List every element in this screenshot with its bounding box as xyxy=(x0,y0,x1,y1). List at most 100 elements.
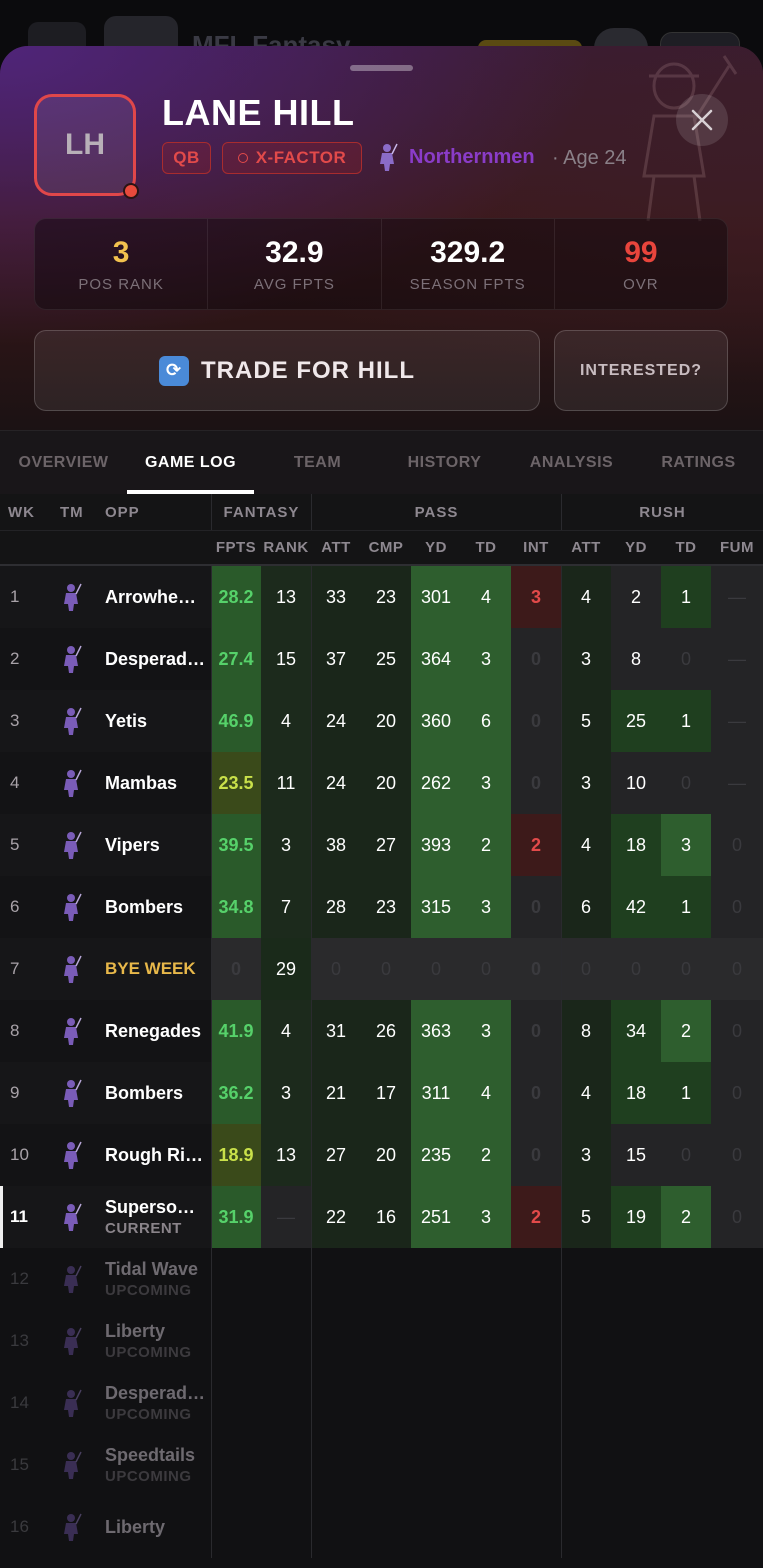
opponent-cell[interactable]: Yetis xyxy=(105,690,209,752)
stat-cell-rank: 11 xyxy=(261,752,311,814)
stat-cell-fpts: 46.9 xyxy=(211,690,261,752)
table-row[interactable]: 16 Liberty xyxy=(0,1496,763,1558)
stat-cell-rank: 4 xyxy=(261,690,311,752)
opponent-cell[interactable]: Liberty UPCOMING xyxy=(105,1310,209,1372)
table-row[interactable]: 7 BYE WEEK 0 29 0 0 0 0 0 0 0 0 0 xyxy=(0,938,763,1000)
opponent-cell[interactable]: Desperad… xyxy=(105,628,209,690)
stat-cell-fum: — xyxy=(711,690,763,752)
table-row[interactable]: 1 Arrowhe… 28.2 13 33 23 301 4 3 4 2 1— xyxy=(0,566,763,628)
opponent-cell[interactable]: Speedtails UPCOMING xyxy=(105,1434,209,1496)
stat-cell-p-yd: 0 xyxy=(411,938,461,1000)
opponent-cell[interactable]: BYE WEEK xyxy=(105,938,209,1000)
stat-cell-r-yd: 18 xyxy=(611,814,661,876)
stat-cell-p-att: 28 xyxy=(311,876,361,938)
table-row[interactable]: 3 Yetis 46.9 4 24 20 360 6 0 5 25 1— xyxy=(0,690,763,752)
stat-cell-r-td: 1 xyxy=(661,566,711,628)
table-row[interactable]: 2 Desperad… 27.4 15 37 25 364 3 0 3 8 0— xyxy=(0,628,763,690)
column-header-pass-td[interactable]: TD xyxy=(461,530,511,566)
column-header-pass-att[interactable]: ATT xyxy=(311,530,361,566)
stat-cell-p-td: 3 xyxy=(461,752,511,814)
table-row[interactable]: 4 Mambas 23.5 11 24 20 262 3 0 3 10 0— xyxy=(0,752,763,814)
table-row[interactable]: 8 Renegades 41.9 4 31 26 363 3 0 8 34 2 0 xyxy=(0,1000,763,1062)
tab-game-log[interactable]: GAME LOG xyxy=(127,431,254,494)
stat-cell-p-yd: 301 xyxy=(411,566,461,628)
tab-team[interactable]: TEAM xyxy=(254,431,381,494)
column-header-pass-int[interactable]: INT xyxy=(511,530,561,566)
column-header-rush-yd[interactable]: YD xyxy=(611,530,661,566)
opponent-cell[interactable]: Tidal Wave UPCOMING xyxy=(105,1248,209,1310)
opponent-name: Vipers xyxy=(105,834,160,855)
opponent-cell[interactable]: Rough Ri… xyxy=(105,1124,209,1186)
close-icon xyxy=(691,109,713,131)
stat-cell-fum: — xyxy=(711,566,763,628)
opponent-cell[interactable]: Vipers xyxy=(105,814,209,876)
stat-cell-p-td: 2 xyxy=(461,814,511,876)
interested-button[interactable]: INTERESTED? xyxy=(554,330,728,411)
tab-overview[interactable]: OVERVIEW xyxy=(0,431,127,494)
stat-cell-p-td: 3 xyxy=(461,628,511,690)
stat-cell-rank: 29 xyxy=(261,938,311,1000)
column-header-rank[interactable]: RANK xyxy=(261,530,311,566)
stat-cell-p-cmp: 26 xyxy=(361,1000,411,1062)
sheet-grabber[interactable] xyxy=(350,65,413,71)
stat-cell-p-yd: 251 xyxy=(411,1186,461,1248)
opponent-cell[interactable]: Renegades xyxy=(105,1000,209,1062)
stats-summary: 3 POS RANK 32.9 AVG FPTS 329.2 SEASON FP… xyxy=(34,218,728,310)
stat-cell-fum: 0 xyxy=(711,1000,763,1062)
column-header-rush-td[interactable]: TD xyxy=(661,530,711,566)
opponent-name: Renegades xyxy=(105,1020,202,1041)
stat-cell-r-att: 4 xyxy=(561,814,611,876)
column-header-rush-att[interactable]: ATT xyxy=(561,530,611,566)
team-link[interactable]: Northernmen xyxy=(409,146,535,169)
stat-cell-p-yd: 360 xyxy=(411,690,461,752)
northernmen-logo-icon xyxy=(56,1186,88,1248)
table-row[interactable]: 5 Vipers 39.5 3 38 27 393 2 2 4 18 3 0 xyxy=(0,814,763,876)
column-header-pass-cmp[interactable]: CMP xyxy=(361,530,411,566)
table-row[interactable]: 12 Tidal Wave UPCOMING xyxy=(0,1248,763,1310)
tab-ratings[interactable]: RATINGS xyxy=(635,431,762,494)
opponent-info: Desperad… xyxy=(105,649,205,670)
column-header-fpts[interactable]: FPTS xyxy=(211,530,261,566)
opponent-cell[interactable]: Liberty xyxy=(105,1496,209,1558)
table-row[interactable]: 6 Bombers 34.8 7 28 23 315 3 0 6 42 1 0 xyxy=(0,876,763,938)
stat-cell-r-yd: 2 xyxy=(611,566,661,628)
column-header-pass-yd[interactable]: YD xyxy=(411,530,461,566)
table-row[interactable]: 11 Superso… CURRENT 31.9—22 16 251 3 2 5 19 2 0 xyxy=(0,1186,763,1248)
stat-cell-p-td: 0 xyxy=(461,938,511,1000)
stat-cell-r-yd: 19 xyxy=(611,1186,661,1248)
stat-cell-r-yd: 10 xyxy=(611,752,661,814)
opponent-cell[interactable]: Bombers xyxy=(105,876,209,938)
trade-button[interactable]: ⟳ TRADE FOR HILL xyxy=(34,330,540,411)
opponent-info: Bombers xyxy=(105,897,183,918)
close-button[interactable] xyxy=(676,94,728,146)
position-badge: QB xyxy=(162,142,211,174)
opponent-info: Rough Ri… xyxy=(105,1145,203,1166)
opponent-cell[interactable]: Bombers xyxy=(105,1062,209,1124)
stat-cell-p-int: 0 xyxy=(511,752,561,814)
table-row[interactable]: 13 Liberty UPCOMING xyxy=(0,1310,763,1372)
opponent-info: Superso… CURRENT xyxy=(105,1197,195,1237)
stat-cell-rank: 3 xyxy=(261,814,311,876)
group-header-fantasy: FANTASY xyxy=(211,494,311,530)
stat-season-fpts: 329.2 SEASON FPTS xyxy=(382,219,555,309)
stat-cell-r-att: 3 xyxy=(561,1124,611,1186)
opponent-cell[interactable]: Mambas xyxy=(105,752,209,814)
stat-cell-p-att: 37 xyxy=(311,628,361,690)
opponent-cell[interactable]: Superso… CURRENT xyxy=(105,1186,209,1248)
table-row[interactable]: 9 Bombers 36.2 3 21 17 311 4 0 4 18 1 0 xyxy=(0,1062,763,1124)
opponent-cell[interactable]: Desperad… UPCOMING xyxy=(105,1372,209,1434)
stat-cell-p-yd: 363 xyxy=(411,1000,461,1062)
week-number: 11 xyxy=(10,1207,28,1226)
table-row[interactable]: 15 Speedtails UPCOMING xyxy=(0,1434,763,1496)
current-label: CURRENT xyxy=(105,1220,182,1237)
opponent-cell[interactable]: Arrowhe… xyxy=(105,566,209,628)
stat-cell-p-att: 27 xyxy=(311,1124,361,1186)
current-week-indicator xyxy=(0,1186,3,1248)
opponent-info: BYE WEEK xyxy=(105,959,196,979)
tab-analysis[interactable]: ANALYSIS xyxy=(508,431,635,494)
table-row[interactable]: 14 Desperad… UPCOMING xyxy=(0,1372,763,1434)
tab-history[interactable]: HISTORY xyxy=(381,431,508,494)
column-header-fum[interactable]: FUM xyxy=(711,530,763,566)
table-row[interactable]: 10 Rough Ri… 18.9 13 27 20 235 2 0 3 15 0 0 xyxy=(0,1124,763,1186)
opponent-name: Liberty xyxy=(105,1321,166,1341)
